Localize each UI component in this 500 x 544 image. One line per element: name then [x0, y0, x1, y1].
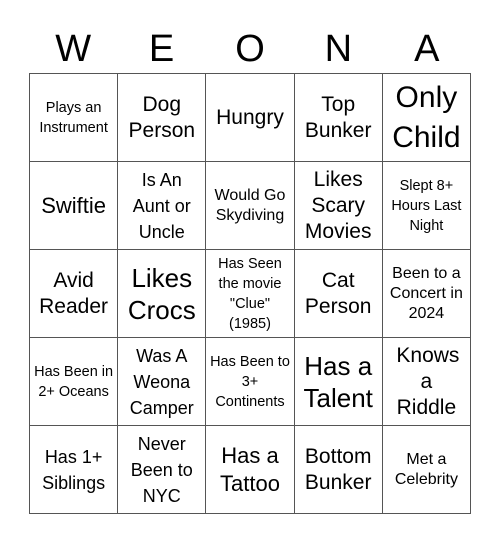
cell-label: Likes Crocs	[127, 262, 196, 325]
bingo-cell-r4c4[interactable]: Has a Talent	[294, 338, 383, 426]
bingo-cell-r5c3[interactable]: Has a Tattoo	[206, 426, 295, 514]
cell-label: Likes Scary Movies	[304, 167, 372, 243]
bingo-cell-r1c1[interactable]: Plays an Instrument	[30, 74, 119, 162]
bingo-cell-r3c1[interactable]: Avid Reader	[30, 250, 119, 338]
cell-label: Was A Weona Camper	[129, 345, 194, 418]
cell-label: Been to a Concert in 2024	[389, 264, 463, 322]
bingo-cell-r5c1[interactable]: Has 1+ Siblings	[30, 426, 119, 514]
cell-label: Has Been in 2+ Oceans	[34, 363, 114, 400]
bingo-cell-r4c3[interactable]: Has Been to 3+ Continents	[206, 338, 295, 426]
bingo-cell-r1c3[interactable]: Hungry	[206, 74, 295, 162]
cell-label: Is An Aunt or Uncle	[132, 169, 191, 242]
cell-label: Would Go Skydiving	[214, 186, 286, 224]
bingo-cell-r1c4[interactable]: Top Bunker	[294, 74, 383, 162]
bingo-cell-r3c3[interactable]: Has Seen the movie "Clue" (1985)	[206, 250, 295, 338]
bingo-cell-r1c2[interactable]: Dog Person	[118, 74, 207, 162]
bingo-cell-r3c2[interactable]: Likes Crocs	[118, 250, 207, 338]
cell-label: Has Seen the movie "Clue" (1985)	[218, 255, 282, 332]
bingo-cell-r3c4[interactable]: Cat Person	[294, 250, 383, 338]
header-letter-e: E	[148, 28, 175, 70]
cell-label: Has a Tattoo	[220, 442, 280, 496]
cell-label: Avid Reader	[39, 268, 109, 318]
bingo-cell-r5c2[interactable]: Never Been to NYC	[118, 426, 207, 514]
header-letter-a: A	[414, 28, 440, 70]
cell-label: Has a Talent	[303, 350, 373, 413]
header-letter-w: W	[55, 28, 92, 70]
cell-label: Met a Celebrity	[394, 450, 458, 488]
header-letter-o: O	[235, 28, 265, 70]
bingo-cell-r1c5[interactable]: Only Child	[382, 74, 471, 162]
bingo-cell-r3c5[interactable]: Been to a Concert in 2024	[382, 250, 471, 338]
cell-label: Dog Person	[128, 92, 196, 142]
bingo-cell-r5c5[interactable]: Met a Celebrity	[382, 426, 471, 514]
cell-label: Hungry	[216, 105, 284, 129]
cell-label: Top Bunker	[304, 92, 372, 142]
cell-label: Plays an Instrument	[39, 99, 108, 136]
bingo-grid: Plays an Instrument Dog Person Hungry To…	[29, 73, 471, 514]
cell-label: Only Child	[392, 80, 461, 154]
bingo-cell-r2c4[interactable]: Likes Scary Movies	[294, 162, 383, 250]
cell-label: Has 1+ Siblings	[42, 446, 106, 493]
bingo-header: W E O N A	[29, 26, 471, 73]
cell-label: Has Been to 3+ Continents	[210, 353, 290, 410]
cell-label: Swiftie	[41, 192, 106, 218]
bingo-cell-r4c1[interactable]: Has Been in 2+ Oceans	[30, 338, 119, 426]
bingo-cell-r2c5[interactable]: Slept 8+ Hours Last Night	[382, 162, 471, 250]
cell-label: Slept 8+ Hours Last Night	[391, 177, 462, 234]
header-letter-n: N	[324, 28, 353, 70]
bingo-cell-r2c2[interactable]: Is An Aunt or Uncle	[118, 162, 207, 250]
bingo-cell-r2c1[interactable]: Swiftie	[30, 162, 119, 250]
cell-label: Bottom Bunker	[304, 444, 372, 494]
bingo-cell-r4c5[interactable]: Knows a Riddle	[382, 338, 471, 426]
cell-label: Cat Person	[304, 268, 372, 318]
bingo-cell-r2c3[interactable]: Would Go Skydiving	[206, 162, 295, 250]
bingo-cell-r5c4[interactable]: Bottom Bunker	[294, 426, 383, 514]
bingo-cell-r4c2[interactable]: Was A Weona Camper	[118, 338, 207, 426]
cell-label: Knows a Riddle	[396, 343, 460, 419]
bingo-card: W E O N A Plays an Instrument Dog Person…	[0, 0, 500, 544]
cell-label: Never Been to NYC	[130, 433, 193, 506]
